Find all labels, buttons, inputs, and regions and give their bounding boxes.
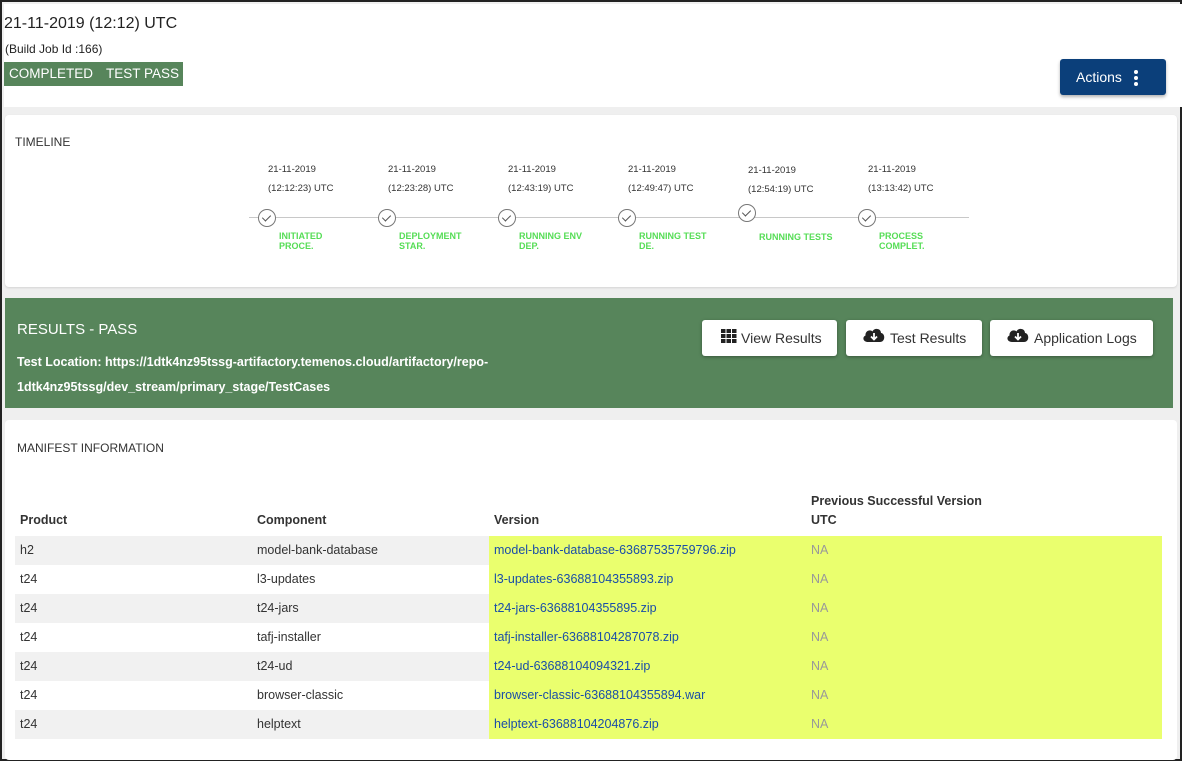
check-circle-icon <box>858 209 876 227</box>
step-time: (12:54:19) UTC <box>748 184 814 195</box>
col-product: Product <box>20 513 68 527</box>
cloud-download-icon <box>862 320 886 356</box>
view-results-button[interactable]: View Results <box>702 320 837 356</box>
test-location-line-2: 1dtk4nz95tssg/dev_stream/primary_stage/T… <box>17 380 331 394</box>
cell-component: t24-jars <box>257 601 299 615</box>
timeline-step: 21-11-2019 (13:13:42) UTC <box>868 160 968 198</box>
timeline-title: TIMELINE <box>15 135 71 149</box>
manifest-card: MANIFEST INFORMATION Product Component V… <box>5 420 1177 760</box>
timeline-step: 21-11-2019 (12:12:23) UTC <box>268 160 368 198</box>
build-datetime: 21-11-2019 (12:12) UTC <box>4 15 178 32</box>
table-row: t24 helptext helptext-63688104204876.zip… <box>15 710 1162 739</box>
table-row: t24 browser-classic browser-classic-6368… <box>15 681 1162 710</box>
cell-previous: NA <box>811 659 829 673</box>
cell-component: tafj-installer <box>257 630 321 644</box>
step-label: INITIATED PROCE. <box>279 231 323 251</box>
step-date: 21-11-2019 <box>748 165 796 176</box>
cell-component: t24-ud <box>257 659 293 673</box>
cell-product: t24 <box>20 717 38 731</box>
step-label: DEPLOYMENT STAR. <box>399 231 462 251</box>
test-location: Test Location: https://1dtk4nz95tssg-art… <box>17 350 537 400</box>
cell-component: helptext <box>257 717 301 731</box>
col-version: Version <box>494 513 540 527</box>
table-row: t24 tafj-installer tafj-installer-636881… <box>15 623 1162 652</box>
test-results-label: Test Results <box>890 330 967 346</box>
table-row: t24 t24-jars t24-jars-63688104355895.zip… <box>15 594 1162 623</box>
timeline-step: 21-11-2019 (12:23:28) UTC <box>388 160 488 198</box>
manifest-table: Product Component Version Previous Succe… <box>15 492 1162 739</box>
step-date: 21-11-2019 <box>628 164 676 175</box>
grid-icon <box>721 320 737 356</box>
step-date: 21-11-2019 <box>508 164 556 175</box>
cell-product: t24 <box>20 572 38 586</box>
check-circle-icon <box>378 209 396 227</box>
status-completed: COMPLETED <box>9 66 94 81</box>
build-header: 21-11-2019 (12:12) UTC (Build Job Id :16… <box>4 4 1182 107</box>
results-title: RESULTS - PASS <box>17 321 138 338</box>
test-location-line-1: Test Location: https://1dtk4nz95tssg-art… <box>17 355 489 369</box>
cell-previous: NA <box>811 630 829 644</box>
application-logs-label: Application Logs <box>1034 330 1137 346</box>
step-label: PROCESS COMPLET. <box>879 231 925 251</box>
check-circle-icon <box>498 209 516 227</box>
step-time: (12:43:19) UTC <box>508 183 574 194</box>
step-time: (13:13:42) UTC <box>868 183 934 194</box>
step-date: 21-11-2019 <box>268 164 316 175</box>
col-previous-version: Previous Successful Version UTC <box>811 494 982 527</box>
cell-product: t24 <box>20 688 38 702</box>
cell-component: model-bank-database <box>257 543 378 557</box>
page-frame: 21-11-2019 (12:12) UTC (Build Job Id :16… <box>0 0 1182 761</box>
check-circle-icon <box>618 209 636 227</box>
step-label: RUNNING TEST DE. <box>639 231 707 251</box>
check-circle-icon <box>258 209 276 227</box>
cell-product: t24 <box>20 659 38 673</box>
step-label: RUNNING ENV DEP. <box>519 231 583 251</box>
step-label: RUNNING TESTS <box>759 232 833 242</box>
actions-label: Actions <box>1076 69 1122 85</box>
step-time: (12:12:23) UTC <box>268 183 334 194</box>
check-circle-icon <box>738 204 756 222</box>
step-date: 21-11-2019 <box>388 164 436 175</box>
timeline-step: 21-11-2019 (12:54:19) UTC <box>748 161 848 199</box>
status-badge: COMPLETED TEST PASS <box>4 62 183 86</box>
test-results-button[interactable]: Test Results <box>846 320 982 356</box>
status-test-pass: TEST PASS <box>106 66 180 81</box>
results-card: RESULTS - PASS Test Location: https://1d… <box>5 298 1173 408</box>
table-row: t24 t24-ud t24-ud-63688104094321.zip NA <box>15 652 1162 681</box>
cell-previous: NA <box>811 543 829 557</box>
step-time: (12:23:28) UTC <box>388 183 454 194</box>
cell-product: t24 <box>20 601 38 615</box>
cell-component: browser-classic <box>257 688 344 702</box>
view-results-label: View Results <box>741 330 822 346</box>
cell-previous: NA <box>811 688 829 702</box>
cell-component: l3-updates <box>257 572 316 586</box>
timeline-step: 21-11-2019 (12:43:19) UTC <box>508 160 608 198</box>
application-logs-button[interactable]: Application Logs <box>990 320 1153 356</box>
cloud-download-icon <box>1006 320 1030 356</box>
cell-product: h2 <box>20 543 34 557</box>
actions-button[interactable]: Actions <box>1060 59 1166 95</box>
cell-previous: NA <box>811 572 829 586</box>
timeline-card: TIMELINE 21-11-2019 (12:12:23) UTC INITI… <box>5 115 1177 287</box>
table-row: h2 model-bank-database model-bank-databa… <box>15 536 1162 565</box>
step-date: 21-11-2019 <box>868 164 916 175</box>
more-vertical-icon <box>1134 70 1138 86</box>
step-time: (12:49:47) UTC <box>628 183 694 194</box>
cell-previous: NA <box>811 601 829 615</box>
manifest-title: MANIFEST INFORMATION <box>17 441 164 455</box>
cell-previous: NA <box>811 717 829 731</box>
build-job-id: (Build Job Id :166) <box>5 42 103 56</box>
cell-product: t24 <box>20 630 38 644</box>
table-row: t24 l3-updates l3-updates-63688104355893… <box>15 565 1162 594</box>
timeline-step: 21-11-2019 (12:49:47) UTC <box>628 160 728 198</box>
table-header: Product Component Version Previous Succe… <box>15 492 1162 536</box>
col-component: Component <box>257 513 327 527</box>
